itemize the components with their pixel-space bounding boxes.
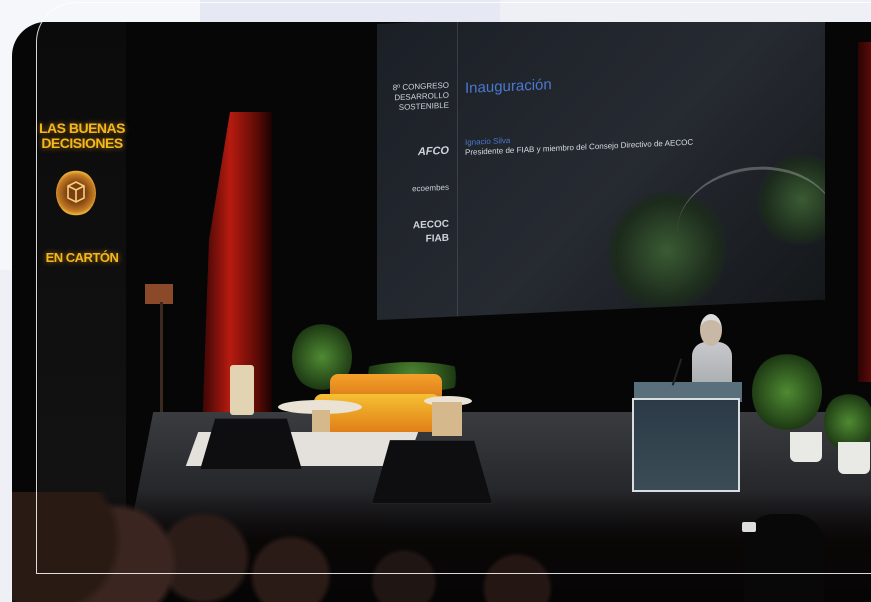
- banner-line-3: EN CARTÓN: [45, 250, 119, 265]
- white-pot: [838, 442, 870, 474]
- audience: [12, 492, 871, 602]
- slide-sidebar: 8º CONGRESO DESARROLLO SOSTENIBLE AFCO e…: [377, 22, 458, 321]
- banner-line-2: DECISIONES: [41, 135, 123, 151]
- organizer-fiab: FIAB: [425, 232, 449, 245]
- potted-plant: [752, 352, 822, 432]
- slide-title: Inauguración: [465, 76, 552, 98]
- event-photo: LAS BUENAS DECISIONES EN CARTÓN 8º CONGR…: [12, 22, 871, 602]
- cardboard-box-icon: [56, 170, 96, 216]
- speaker-head: [700, 314, 722, 346]
- camera-icon: [742, 522, 756, 532]
- projection-screen: 8º CONGRESO DESARROLLO SOSTENIBLE AFCO e…: [377, 22, 825, 321]
- red-curtain-right: [858, 42, 871, 382]
- banner-line-1: LAS BUENAS: [38, 120, 126, 136]
- cardboard-chair: [230, 365, 254, 415]
- organizer-aecoc: AECOC: [412, 218, 449, 232]
- camera-operator: [744, 514, 824, 602]
- slide-arc-graphic: [677, 163, 825, 294]
- sponsor-afco: AFCO: [417, 144, 449, 159]
- floor-lamp: [145, 284, 173, 304]
- podium: [632, 398, 740, 492]
- white-pot: [790, 432, 822, 462]
- event-name-line-3: SOSTENIBLE: [398, 100, 449, 113]
- floor-lamp-pole: [160, 302, 163, 422]
- side-table-base: [432, 402, 462, 436]
- stage-monitor-speaker: [200, 418, 302, 470]
- sponsor-ecoembes: ecoembes: [412, 182, 449, 194]
